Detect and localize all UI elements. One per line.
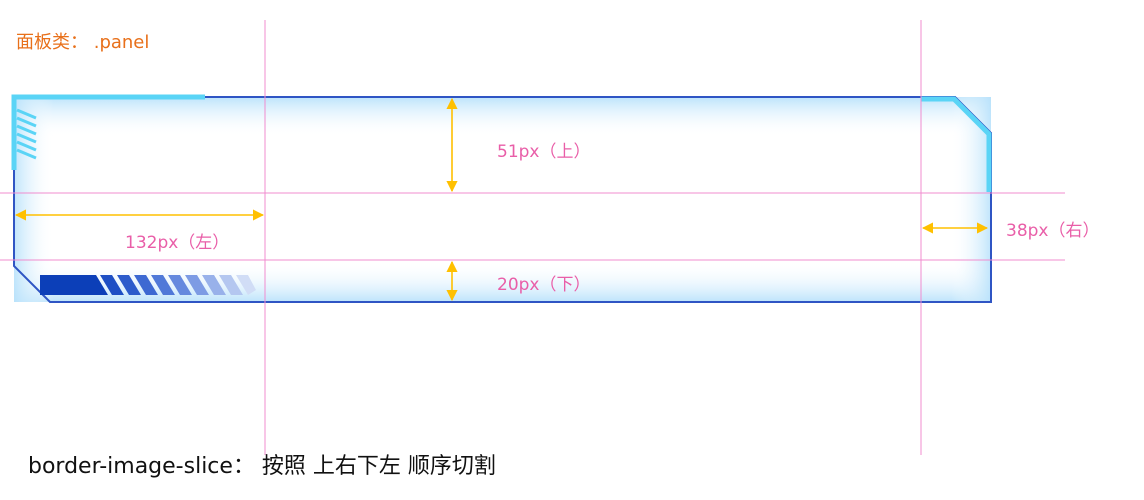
label-top-slice: 51px（上） [497, 142, 591, 162]
slice-order-note: border-image-slice： 按照 上右下左 顺序切割 [28, 454, 496, 479]
label-left-slice: 132px（左） [125, 233, 230, 253]
label-bottom-slice: 20px（下） [497, 275, 591, 295]
label-right-slice: 38px（右） [1006, 221, 1100, 241]
